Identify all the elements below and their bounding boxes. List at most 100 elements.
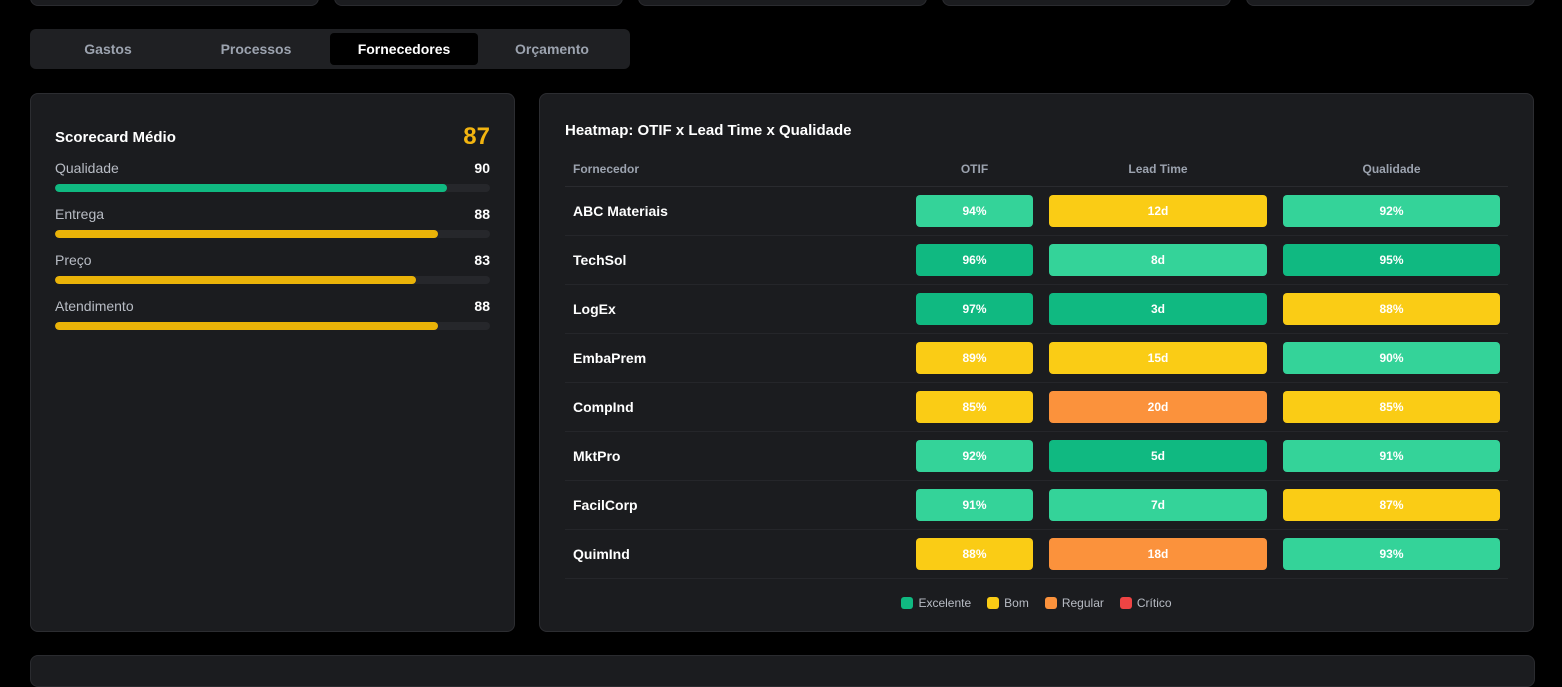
heatmap-cell-otif: 94%	[916, 195, 1033, 227]
supplier-name: EmbaPrem	[565, 333, 908, 383]
heatmap-cell-container: 94%	[908, 186, 1041, 236]
metric-label: Preço	[55, 252, 92, 268]
heatmap-cell-quality: 90%	[1283, 342, 1500, 374]
metric-label: Qualidade	[55, 160, 119, 176]
column-header-otif: OTIF	[908, 152, 1041, 187]
heatmap-legend: Excelente Bom Regular Crítico	[565, 596, 1508, 610]
heatmap-cell-container: 87%	[1275, 480, 1508, 530]
scorecard-overall-score: 87	[463, 123, 490, 150]
column-header-fornecedor: Fornecedor	[565, 152, 908, 187]
heatmap-cell-quality: 95%	[1283, 244, 1500, 276]
legend-label: Bom	[1004, 596, 1029, 610]
heatmap-cell-lead-time: 18d	[1049, 538, 1267, 570]
summary-card	[638, 0, 927, 6]
heatmap-cell-otif: 92%	[916, 440, 1033, 472]
metric-value: 83	[474, 252, 490, 268]
heatmap-table: Fornecedor OTIF Lead Time Qualidade ABC …	[565, 152, 1508, 579]
table-row: MktPro 92% 5d 91%	[565, 431, 1508, 481]
legend-item: Excelente	[901, 596, 971, 610]
legend-item: Regular	[1044, 596, 1104, 610]
table-row: QuimInd 88% 18d 93%	[565, 529, 1508, 579]
heatmap-cell-container: 88%	[1275, 284, 1508, 334]
legend-label: Regular	[1061, 596, 1104, 610]
supplier-name: TechSol	[565, 235, 908, 285]
legend-item: Bom	[987, 596, 1029, 610]
tab-gastos[interactable]: Gastos	[34, 33, 182, 65]
supplier-name: FacilCorp	[565, 480, 908, 530]
heatmap-cell-container: 91%	[1275, 431, 1508, 481]
heatmap-cell-container: 93%	[1275, 529, 1508, 579]
heatmap-cell-container: 97%	[908, 284, 1041, 334]
heatmap-cell-container: 85%	[1275, 382, 1508, 432]
heatmap-cell-container: 20d	[1041, 382, 1275, 432]
heatmap-cell-container: 5d	[1041, 431, 1275, 481]
heatmap-cell-container: 92%	[1275, 186, 1508, 236]
table-row: ABC Materiais 94% 12d 92%	[565, 186, 1508, 236]
heatmap-cell-lead-time: 15d	[1049, 342, 1267, 374]
metric-atendimento: Atendimento 88	[55, 296, 490, 330]
summary-card	[942, 0, 1231, 6]
heatmap-cell-container: 7d	[1041, 480, 1275, 530]
legend-label: Crítico	[1136, 596, 1172, 610]
scorecard-metrics: Qualidade 90 Entrega 88 Preço 83 Atendim…	[55, 158, 490, 330]
table-row: CompInd 85% 20d 85%	[565, 382, 1508, 432]
bottom-card	[30, 655, 1535, 687]
heatmap-cell-lead-time: 5d	[1049, 440, 1267, 472]
heatmap-cell-container: 92%	[908, 431, 1041, 481]
tab-fornecedores[interactable]: Fornecedores	[330, 33, 478, 65]
metric-bar-fill	[55, 230, 438, 238]
scorecard-header: Scorecard Médio 87	[55, 123, 490, 150]
heatmap-cell-container: 88%	[908, 529, 1041, 579]
heatmap-body: ABC Materiais 94% 12d 92% TechSol 96% 8d 95% Log…	[565, 186, 1508, 579]
metric-value: 88	[474, 206, 490, 222]
metric-value: 88	[474, 298, 490, 314]
scorecard-panel: Scorecard Médio 87 Qualidade 90 Entrega …	[30, 93, 515, 632]
table-row: EmbaPrem 89% 15d 90%	[565, 333, 1508, 383]
supplier-name: ABC Materiais	[565, 186, 908, 236]
summary-card	[334, 0, 623, 6]
heatmap-cell-otif: 96%	[916, 244, 1033, 276]
heatmap-cell-otif: 88%	[916, 538, 1033, 570]
heatmap-cell-container: 15d	[1041, 333, 1275, 383]
heatmap-cell-otif: 91%	[916, 489, 1033, 521]
heatmap-cell-container: 3d	[1041, 284, 1275, 334]
metric-value: 90	[474, 160, 490, 176]
supplier-name: QuimInd	[565, 529, 908, 579]
legend-label: Excelente	[918, 596, 972, 610]
heatmap-title: Heatmap: OTIF x Lead Time x Qualidade	[565, 122, 852, 139]
table-row: LogEx 97% 3d 88%	[565, 284, 1508, 334]
table-row: FacilCorp 91% 7d 87%	[565, 480, 1508, 530]
summary-card	[30, 0, 319, 6]
heatmap-cell-quality: 91%	[1283, 440, 1500, 472]
heatmap-cell-quality: 92%	[1283, 195, 1500, 227]
column-header-qualidade: Qualidade	[1275, 152, 1508, 187]
metric-bar-fill	[55, 184, 447, 192]
metric-label: Entrega	[55, 206, 105, 222]
metric-bar-fill	[55, 276, 417, 284]
heatmap-cell-lead-time: 20d	[1049, 391, 1267, 423]
heatmap-cell-container: 12d	[1041, 186, 1275, 236]
metric-bar-fill	[55, 322, 438, 330]
legend-swatch	[1044, 597, 1057, 609]
heatmap-cell-otif: 97%	[916, 293, 1033, 325]
tab-orcamento[interactable]: Orçamento	[478, 33, 626, 65]
heatmap-cell-container: 85%	[908, 382, 1041, 432]
table-row: TechSol 96% 8d 95%	[565, 235, 1508, 285]
legend-swatch	[901, 597, 914, 609]
heatmap-cell-otif: 89%	[916, 342, 1033, 374]
metric-label: Atendimento	[55, 298, 134, 314]
heatmap-cell-container: 91%	[908, 480, 1041, 530]
heatmap-cell-lead-time: 12d	[1049, 195, 1267, 227]
tab-processos[interactable]: Processos	[182, 33, 330, 65]
metric-bar-track	[55, 276, 490, 284]
legend-item: Crítico	[1119, 596, 1172, 610]
heatmap-cell-container: 18d	[1041, 529, 1275, 579]
metric-bar-track	[55, 322, 490, 330]
heatmap-cell-lead-time: 8d	[1049, 244, 1267, 276]
heatmap-cell-otif: 85%	[916, 391, 1033, 423]
heatmap-cell-container: 90%	[1275, 333, 1508, 383]
heatmap-cell-container: 89%	[908, 333, 1041, 383]
tab-bar: Gastos Processos Fornecedores Orçamento	[30, 29, 630, 69]
heatmap-header-row: Fornecedor OTIF Lead Time Qualidade	[565, 152, 1508, 187]
metric-bar-track	[55, 230, 490, 238]
